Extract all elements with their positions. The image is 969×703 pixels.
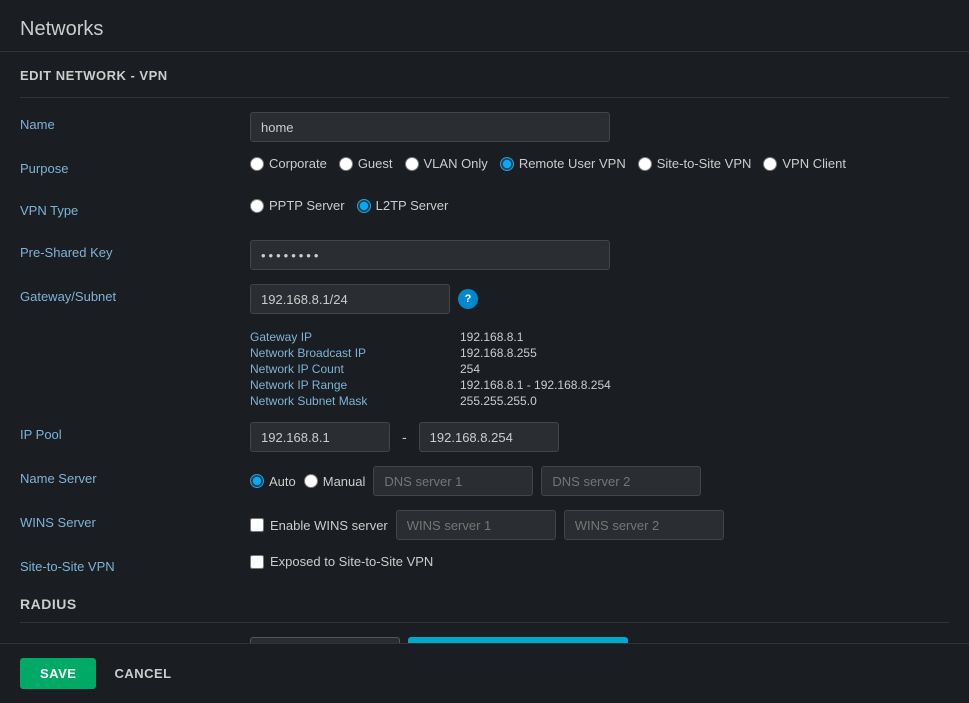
wins-enable-label: Enable WINS server	[270, 518, 388, 533]
dns1-input[interactable]	[373, 466, 533, 496]
ip-pool-separator: -	[398, 429, 411, 445]
purpose-vlan-only-label: VLAN Only	[424, 156, 488, 171]
vpn-type-l2tp-label: L2TP Server	[376, 198, 449, 213]
broadcast-ip-value: 192.168.8.255	[460, 346, 611, 360]
ip-pool-label: IP Pool	[20, 422, 250, 442]
dns-auto[interactable]: Auto	[250, 474, 296, 489]
site-to-site-control: Exposed to Site-to-Site VPN	[250, 554, 949, 569]
gateway-input[interactable]	[250, 284, 450, 314]
purpose-vlan-only-radio[interactable]	[405, 157, 419, 171]
subnet-mask-value: 255.255.255.0	[460, 394, 611, 408]
purpose-radio-group: Corporate Guest VLAN Only Remote User VP…	[250, 156, 846, 171]
name-control	[250, 112, 949, 142]
gateway-ip-value: 192.168.8.1	[460, 330, 611, 344]
vpn-type-pptp[interactable]: PPTP Server	[250, 198, 345, 213]
dns2-input[interactable]	[541, 466, 701, 496]
ip-pool-start-input[interactable]	[250, 422, 390, 452]
gateway-top: ?	[250, 284, 478, 314]
name-server-control: Auto Manual	[250, 466, 949, 496]
purpose-site-to-site-vpn-label: Site-to-Site VPN	[657, 156, 752, 171]
site-to-site-checkbox[interactable]	[250, 555, 264, 569]
purpose-label: Purpose	[20, 156, 250, 176]
psk-control	[250, 240, 949, 270]
purpose-site-to-site-vpn[interactable]: Site-to-Site VPN	[638, 156, 752, 171]
dns-manual[interactable]: Manual	[304, 474, 366, 489]
purpose-vpn-client-radio[interactable]	[763, 157, 777, 171]
purpose-guest-label: Guest	[358, 156, 393, 171]
purpose-remote-user-vpn-label: Remote User VPN	[519, 156, 626, 171]
name-input[interactable]	[250, 112, 610, 142]
purpose-corporate-radio[interactable]	[250, 157, 264, 171]
gateway-info: Gateway IP 192.168.8.1 Network Broadcast…	[250, 330, 611, 408]
vpn-type-row: VPN Type PPTP Server L2TP Server	[20, 198, 949, 226]
wins-enable-checkbox-label[interactable]: Enable WINS server	[250, 518, 388, 533]
purpose-remote-user-vpn-radio[interactable]	[500, 157, 514, 171]
purpose-row: Purpose Corporate Guest VLAN Only Remote…	[20, 156, 949, 184]
vpn-type-radio-group: PPTP Server L2TP Server	[250, 198, 448, 213]
name-server-label: Name Server	[20, 466, 250, 486]
broadcast-ip-label: Network Broadcast IP	[250, 346, 450, 360]
purpose-site-to-site-vpn-radio[interactable]	[638, 157, 652, 171]
psk-input[interactable]	[250, 240, 610, 270]
dns-manual-label: Manual	[323, 474, 366, 489]
purpose-vpn-client[interactable]: VPN Client	[763, 156, 846, 171]
page-footer: SAVE CANCEL	[0, 643, 969, 703]
purpose-remote-user-vpn[interactable]: Remote User VPN	[500, 156, 626, 171]
site-to-site-label: Site-to-Site VPN	[20, 554, 250, 574]
gateway-ip-label: Gateway IP	[250, 330, 450, 344]
name-server-row: Name Server Auto Manual	[20, 466, 949, 496]
wins-enable-checkbox[interactable]	[250, 518, 264, 532]
subnet-mask-label: Network Subnet Mask	[250, 394, 450, 408]
ip-range-label: Network IP Range	[250, 378, 450, 392]
purpose-corporate[interactable]: Corporate	[250, 156, 327, 171]
gateway-help-icon[interactable]: ?	[458, 289, 478, 309]
wins1-input[interactable]	[396, 510, 556, 540]
wins-server-row: WINS Server Enable WINS server	[20, 510, 949, 540]
gateway-control: ? Gateway IP 192.168.8.1 Network Broadca…	[250, 284, 949, 408]
section-divider	[20, 97, 949, 98]
purpose-corporate-label: Corporate	[269, 156, 327, 171]
ip-count-value: 254	[460, 362, 611, 376]
gateway-label: Gateway/Subnet	[20, 284, 250, 304]
wins-server-control: Enable WINS server	[250, 510, 949, 540]
vpn-type-control: PPTP Server L2TP Server	[250, 198, 949, 213]
wins2-input[interactable]	[564, 510, 724, 540]
radius-title: RADIUS	[20, 596, 949, 612]
purpose-vpn-client-label: VPN Client	[782, 156, 846, 171]
psk-row: Pre-Shared Key	[20, 240, 949, 270]
edit-section-title: EDIT NETWORK - VPN	[20, 68, 949, 83]
site-to-site-checkbox-label[interactable]: Exposed to Site-to-Site VPN	[250, 554, 433, 569]
purpose-guest[interactable]: Guest	[339, 156, 393, 171]
page-title: Networks	[20, 18, 103, 40]
cancel-button[interactable]: CANCEL	[110, 658, 175, 689]
vpn-type-l2tp-radio[interactable]	[357, 199, 371, 213]
psk-label: Pre-Shared Key	[20, 240, 250, 260]
site-to-site-exposed-label: Exposed to Site-to-Site VPN	[270, 554, 433, 569]
vpn-type-pptp-label: PPTP Server	[269, 198, 345, 213]
vpn-type-pptp-radio[interactable]	[250, 199, 264, 213]
vpn-type-l2tp[interactable]: L2TP Server	[357, 198, 449, 213]
dns-auto-label: Auto	[269, 474, 296, 489]
gateway-row: Gateway/Subnet ? Gateway IP 192.168.8.1 …	[20, 284, 949, 408]
vpn-type-label: VPN Type	[20, 198, 250, 218]
ip-count-label: Network IP Count	[250, 362, 450, 376]
name-row: Name	[20, 112, 949, 142]
purpose-control: Corporate Guest VLAN Only Remote User VP…	[250, 156, 949, 171]
dns-manual-radio[interactable]	[304, 474, 318, 488]
ip-pool-control: -	[250, 422, 949, 452]
site-to-site-row: Site-to-Site VPN Exposed to Site-to-Site…	[20, 554, 949, 582]
wins-server-label: WINS Server	[20, 510, 250, 530]
purpose-vlan-only[interactable]: VLAN Only	[405, 156, 488, 171]
name-label: Name	[20, 112, 250, 132]
save-button[interactable]: SAVE	[20, 658, 96, 689]
radius-divider	[20, 622, 949, 623]
purpose-guest-radio[interactable]	[339, 157, 353, 171]
ip-range-value: 192.168.8.1 - 192.168.8.254	[460, 378, 611, 392]
ip-pool-row: IP Pool -	[20, 422, 949, 452]
ip-pool-end-input[interactable]	[419, 422, 559, 452]
dns-auto-radio[interactable]	[250, 474, 264, 488]
